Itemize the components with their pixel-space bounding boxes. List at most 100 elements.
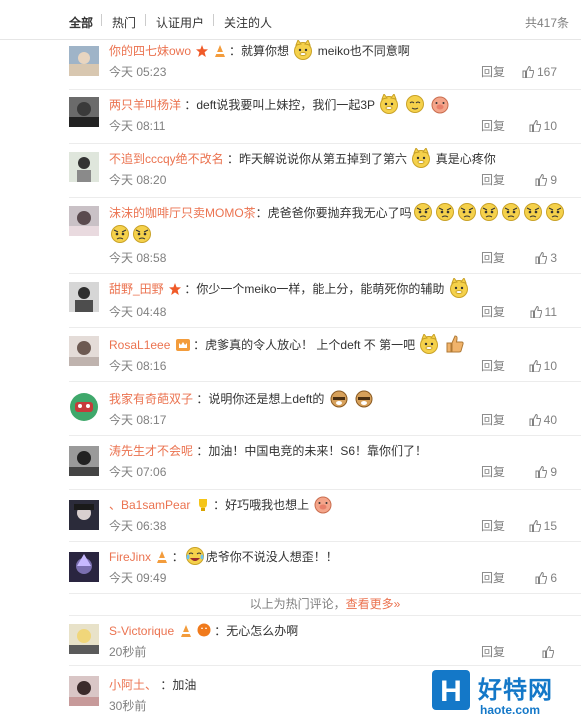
comment-text: 沫沫的咖啡厅只卖MOMO茶：虎爸爸你要抛弃我无心了吗 bbox=[109, 202, 569, 246]
cone-badge-icon bbox=[157, 551, 168, 563]
avatar[interactable] bbox=[69, 282, 99, 312]
comment-time: 今天 05:23 bbox=[109, 65, 167, 79]
dog-emoji-icon bbox=[330, 390, 348, 408]
reply-button[interactable]: 回复 bbox=[481, 644, 505, 660]
like-count: 9 bbox=[550, 173, 557, 187]
comment-content: ：deft说我要叫上妹控，我们一起3P bbox=[184, 98, 375, 112]
tab-divider bbox=[145, 14, 146, 26]
thumbs-up-icon bbox=[529, 413, 541, 427]
doge-emoji-icon bbox=[294, 40, 313, 60]
reply-button[interactable]: 回复 bbox=[481, 412, 505, 428]
comment-text: 不追到cccqy绝不改名 ：昨天解说说你从第五掉到了第六 真是心疼你 bbox=[109, 148, 569, 168]
avatar[interactable] bbox=[69, 446, 99, 476]
like-button[interactable]: 40 bbox=[529, 412, 557, 428]
like-button[interactable]: 167 bbox=[522, 64, 557, 80]
like-count: 10 bbox=[543, 119, 557, 133]
comment-content: ：虎爹真的令人放心！ 上个deft 不 第一吧 bbox=[193, 338, 416, 352]
avatar[interactable] bbox=[69, 500, 99, 530]
like-button[interactable]: 11 bbox=[530, 304, 557, 320]
comment-username[interactable]: FireJinx bbox=[109, 550, 151, 564]
avatar[interactable] bbox=[69, 624, 99, 654]
reply-button[interactable]: 回复 bbox=[481, 250, 505, 266]
comment-username[interactable]: 小阿土、 bbox=[109, 678, 157, 692]
crown-badge-icon bbox=[175, 339, 190, 351]
comment-time: 今天 08:20 bbox=[109, 173, 167, 187]
comment-time: 今天 08:11 bbox=[109, 119, 166, 133]
avatar[interactable] bbox=[69, 152, 99, 182]
comment-item: RosaL1eee ：虎爹真的令人放心！ 上个deft 不 第一吧 今天 08:… bbox=[69, 328, 581, 382]
comment-text: FireJinx ： 虎爷你不说没人想歪！！ bbox=[109, 546, 569, 566]
comment-username[interactable]: 两只羊叫杨洋 bbox=[109, 98, 181, 112]
site-watermark-title: 好特网 bbox=[478, 677, 553, 704]
site-logo-letter: H bbox=[440, 675, 462, 708]
thumbs-up-icon bbox=[530, 305, 542, 319]
like-button[interactable] bbox=[542, 644, 557, 660]
doge-emoji-icon bbox=[449, 278, 468, 298]
avatar[interactable] bbox=[69, 676, 99, 706]
like-button[interactable]: 15 bbox=[529, 518, 557, 534]
avatar[interactable] bbox=[69, 97, 99, 127]
thumbs-up-emoji-icon bbox=[446, 335, 464, 353]
like-button[interactable]: 9 bbox=[535, 464, 557, 480]
hot-comments-divider: 以上为热门评论，查看更多» bbox=[69, 592, 581, 616]
avatar[interactable] bbox=[69, 46, 99, 76]
reply-button[interactable]: 回复 bbox=[481, 118, 505, 134]
thumbs-up-icon bbox=[529, 119, 541, 133]
comment-time: 今天 06:38 bbox=[109, 519, 167, 533]
avatar[interactable] bbox=[69, 392, 99, 422]
tab-following[interactable]: 关注的人 bbox=[224, 14, 272, 31]
comment-username[interactable]: 甜野_田野 bbox=[109, 282, 164, 296]
like-button[interactable]: 10 bbox=[529, 358, 557, 374]
comment-content: ：好巧哦我也想上 bbox=[213, 498, 310, 512]
comment-time: 今天 08:58 bbox=[109, 251, 167, 265]
reply-button[interactable]: 回复 bbox=[481, 358, 505, 374]
comment-item: 涛先生才不会呢 ：加油！中国电竞的未来！S6！靠你们了！ 今天 07:06 回复… bbox=[69, 436, 581, 490]
avatar[interactable] bbox=[69, 552, 99, 582]
avatar[interactable] bbox=[69, 336, 99, 366]
thumbs-up-icon bbox=[542, 645, 555, 659]
comment-username[interactable]: RosaL1eee bbox=[109, 338, 170, 352]
comment-username[interactable]: 、Ba1samPear bbox=[109, 498, 190, 512]
avatar[interactable] bbox=[69, 206, 99, 236]
angry-emoji-icon bbox=[545, 203, 564, 221]
comment-text: 你的四七妹owo ：就算你想 meiko也不同意啊 bbox=[109, 40, 569, 60]
comment-username[interactable]: 你的四七妹owo bbox=[109, 44, 191, 58]
comment-username[interactable]: 不追到cccqy绝不改名 bbox=[109, 152, 224, 166]
comment-total-count: 共417条 bbox=[524, 16, 569, 30]
view-more-link[interactable]: 查看更多» bbox=[346, 597, 401, 611]
comment-username[interactable]: 我家有奇葩双子 bbox=[109, 392, 193, 406]
pig-emoji-icon bbox=[431, 96, 449, 114]
reply-button[interactable]: 回复 bbox=[481, 172, 505, 188]
like-button[interactable]: 10 bbox=[529, 118, 557, 134]
comment-text: 我家有奇葩双子 ：说明你还是想上deft的 bbox=[109, 388, 569, 408]
reply-button[interactable]: 回复 bbox=[481, 518, 505, 534]
reply-button[interactable]: 回复 bbox=[481, 304, 505, 320]
angry-emoji-icon bbox=[133, 225, 151, 243]
reply-button[interactable]: 回复 bbox=[481, 570, 505, 586]
tab-hot[interactable]: 热门 bbox=[112, 14, 136, 31]
like-button[interactable]: 3 bbox=[535, 250, 557, 266]
angry-emoji-icon bbox=[479, 203, 498, 221]
comment-username[interactable]: S-Victorique bbox=[109, 624, 174, 638]
comment-time: 今天 07:06 bbox=[109, 465, 167, 479]
reply-button[interactable]: 回复 bbox=[481, 64, 505, 80]
reply-button[interactable]: 回复 bbox=[481, 464, 505, 480]
comment-text: 两只羊叫杨洋 ：deft说我要叫上妹控，我们一起3P bbox=[109, 94, 569, 114]
comment-username[interactable]: 沫沫的咖啡厅只卖MOMO茶 bbox=[109, 206, 256, 220]
doge-emoji-icon bbox=[420, 334, 439, 354]
laugh-cry-emoji-icon bbox=[185, 547, 204, 565]
comment-item: 你的四七妹owo ：就算你想 meiko也不同意啊 今天 05:23 回复 16… bbox=[69, 40, 581, 90]
comment-meta: 今天 07:06 回复 9 bbox=[109, 464, 569, 480]
like-button[interactable]: 9 bbox=[535, 172, 557, 188]
site-watermark-url: haote.com bbox=[480, 703, 541, 717]
comment-content: 虎爷你不说没人想歪！！ bbox=[205, 550, 338, 564]
like-button[interactable]: 6 bbox=[535, 570, 557, 586]
like-count: 9 bbox=[550, 465, 557, 479]
comment-time: 今天 09:49 bbox=[109, 571, 167, 585]
comment-content: ：说明你还是想上deft的 bbox=[196, 392, 325, 406]
site-watermark: H 好特网 haote.com bbox=[432, 666, 581, 724]
tab-verified[interactable]: 认证用户 bbox=[156, 14, 204, 31]
comment-username[interactable]: 涛先生才不会呢 bbox=[109, 444, 193, 458]
comment-content: ：昨天解说说你从第五掉到了第六 bbox=[227, 152, 408, 166]
tab-all[interactable]: 全部 bbox=[69, 14, 93, 31]
